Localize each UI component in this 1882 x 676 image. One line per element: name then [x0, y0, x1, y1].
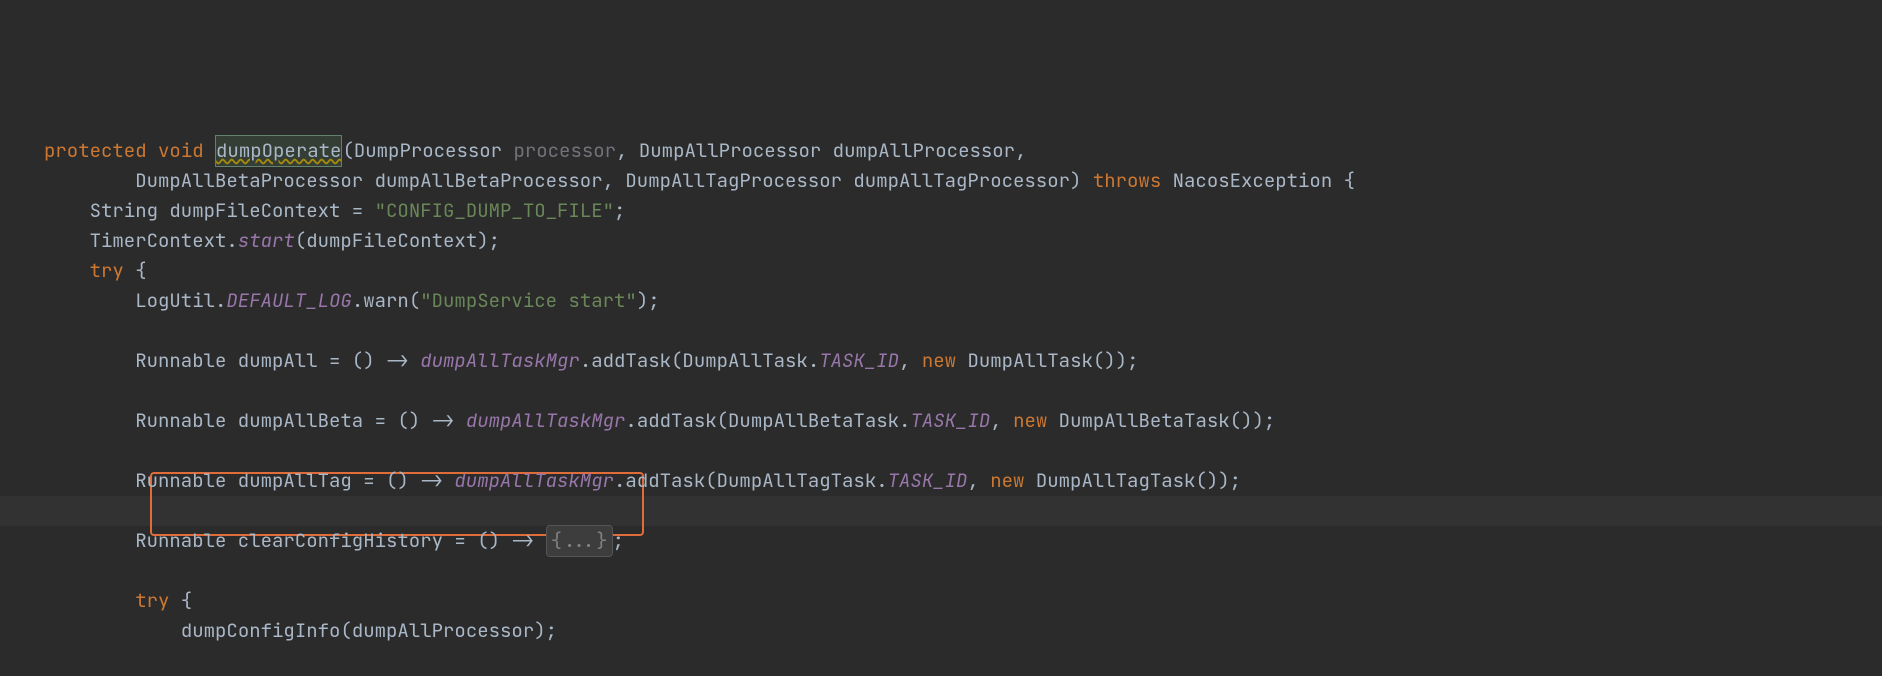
code-line[interactable]: try {	[44, 256, 1882, 286]
code-token: try	[90, 256, 124, 286]
code-token: .addTask(DumpAllBetaTask.	[625, 406, 910, 436]
code-token: .warn(	[352, 286, 420, 316]
code-line[interactable]: Runnable clearConfigHistory = () -> {...…	[44, 526, 1882, 556]
code-line[interactable]	[44, 376, 1882, 406]
code-token: throws	[1093, 166, 1161, 196]
code-token: DumpAllBetaProcessor dumpAllBetaProcesso…	[135, 166, 1093, 196]
code-token: ,	[967, 466, 990, 496]
code-line[interactable]: Runnable dumpAll = () -> dumpAllTaskMgr.…	[44, 346, 1882, 376]
code-token: new	[990, 466, 1024, 496]
code-token: {	[124, 256, 147, 286]
code-token	[204, 136, 215, 166]
code-token: {	[169, 586, 192, 616]
code-token: Runnable dumpAllTag = () ->	[135, 466, 454, 496]
code-line[interactable]	[44, 556, 1882, 586]
code-token: {...}	[546, 525, 613, 557]
code-token: (dumpFileContext);	[295, 226, 500, 256]
code-token: DumpAllTagTask());	[1024, 466, 1241, 496]
code-token: DumpAllTask());	[956, 346, 1138, 376]
code-token: dumpAllTaskMgr	[454, 466, 614, 496]
code-token: NacosException {	[1161, 166, 1355, 196]
code-line[interactable]: Runnable dumpAllTag = () -> dumpAllTaskM…	[44, 466, 1882, 496]
code-token: "CONFIG_DUMP_TO_FILE"	[375, 196, 614, 226]
code-token: dumpOperate	[215, 135, 342, 167]
code-token: dumpAllTaskMgr	[420, 346, 580, 376]
code-token: );	[637, 286, 660, 316]
code-token: (DumpProcessor	[342, 136, 513, 166]
code-line[interactable]	[44, 646, 1882, 676]
code-token: .addTask(DumpAllTask.	[580, 346, 819, 376]
code-token: DEFAULT_LOG	[226, 286, 351, 316]
code-token: Runnable clearConfigHistory = () ->	[135, 526, 545, 556]
code-line[interactable]: LogUtil.DEFAULT_LOG.warn("DumpService st…	[44, 286, 1882, 316]
code-token: TASK_ID	[910, 406, 990, 436]
code-token: dumpAllTaskMgr	[466, 406, 626, 436]
code-token: protected	[44, 136, 147, 166]
code-token	[147, 136, 158, 166]
code-line[interactable]: dumpConfigInfo(dumpAllProcessor);	[44, 616, 1882, 646]
code-token: "DumpService start"	[420, 286, 637, 316]
code-token: , DumpAllProcessor dumpAllProcessor,	[616, 136, 1026, 166]
code-token: TASK_ID	[819, 346, 899, 376]
code-token: String dumpFileContext =	[90, 196, 375, 226]
code-token: LogUtil.	[135, 286, 226, 316]
code-token: Runnable dumpAllBeta = () ->	[135, 406, 466, 436]
code-token: void	[158, 136, 204, 166]
code-token: ,	[990, 406, 1013, 436]
code-token: ;	[614, 196, 625, 226]
code-token: new	[1013, 406, 1047, 436]
code-token: TASK_ID	[888, 466, 968, 496]
code-token: processor	[513, 136, 616, 166]
code-token: Runnable dumpAll = () ->	[135, 346, 420, 376]
code-token: DumpAllBetaTask());	[1047, 406, 1275, 436]
code-line[interactable]: DumpAllBetaProcessor dumpAllBetaProcesso…	[44, 166, 1882, 196]
code-line[interactable]: Runnable dumpAllBeta = () -> dumpAllTask…	[44, 406, 1882, 436]
code-line[interactable]: String dumpFileContext = "CONFIG_DUMP_TO…	[44, 196, 1882, 226]
code-line[interactable]: try {	[44, 586, 1882, 616]
code-line[interactable]	[44, 436, 1882, 466]
code-token: start	[238, 226, 295, 256]
code-token: .addTask(DumpAllTagTask.	[614, 466, 888, 496]
code-editor[interactable]: protected void dumpOperate(DumpProcessor…	[0, 0, 1882, 676]
code-line[interactable]: TimerContext.start(dumpFileContext);	[44, 226, 1882, 256]
code-token: ,	[899, 346, 922, 376]
code-token: TimerContext.	[90, 226, 238, 256]
code-token: try	[135, 586, 169, 616]
code-line[interactable]	[44, 496, 1882, 526]
code-token: ;	[613, 526, 624, 556]
code-token: dumpConfigInfo(dumpAllProcessor);	[181, 616, 557, 646]
code-token: new	[922, 346, 956, 376]
code-line[interactable]	[44, 316, 1882, 346]
code-line[interactable]: protected void dumpOperate(DumpProcessor…	[44, 136, 1882, 166]
